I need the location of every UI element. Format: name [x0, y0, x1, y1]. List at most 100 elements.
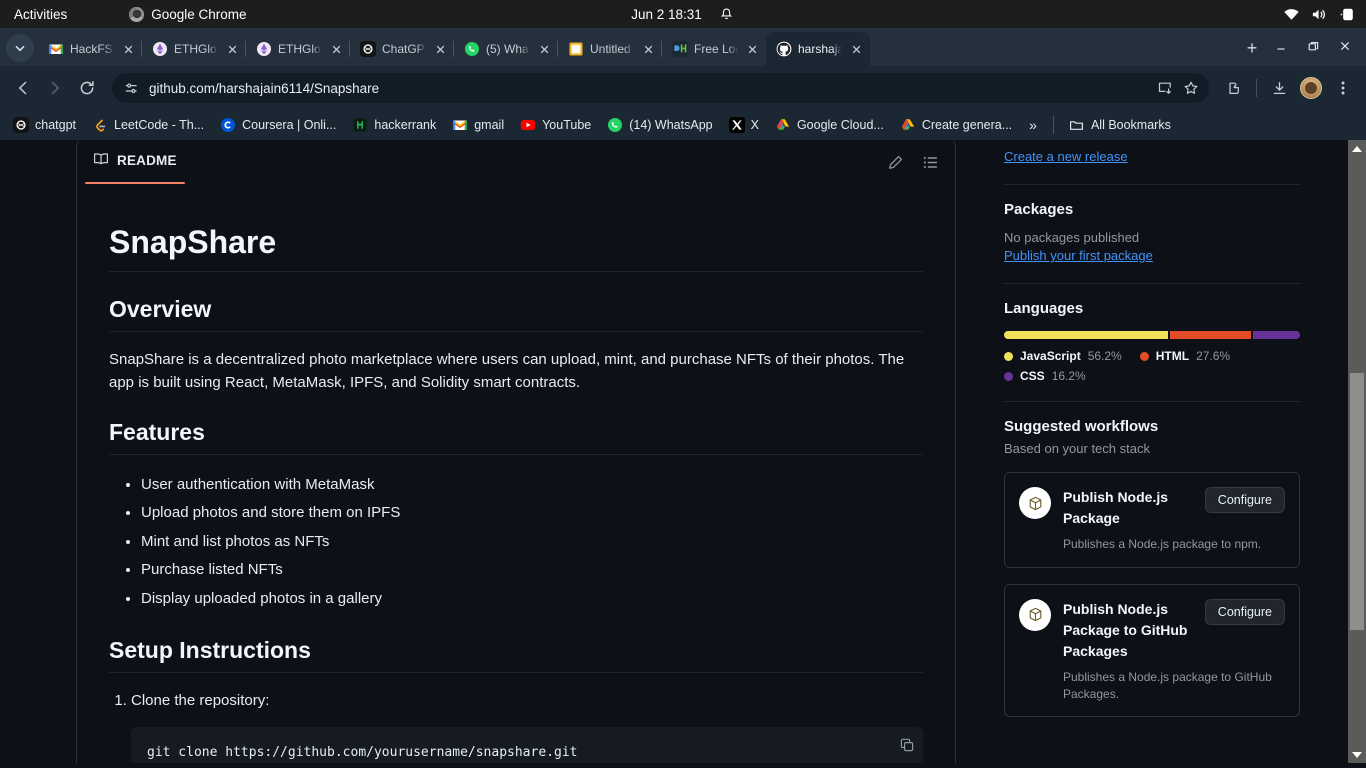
create-release-link[interactable]: Create a new release: [1004, 149, 1128, 164]
bookmark-item[interactable]: Create genera...: [893, 114, 1019, 136]
active-app-indicator[interactable]: Google Chrome: [129, 6, 247, 22]
close-button[interactable]: [1330, 33, 1360, 59]
configure-button[interactable]: Configure: [1204, 598, 1285, 625]
bookmark-label: Create genera...: [921, 118, 1013, 132]
tab-close-icon[interactable]: [224, 41, 240, 57]
scroll-up-arrow-icon[interactable]: [1348, 140, 1366, 157]
scroll-down-arrow-icon[interactable]: [1348, 746, 1366, 763]
bookmark-item[interactable]: Coursera | Onli...: [213, 114, 343, 136]
browser-tab[interactable]: Untitled p: [557, 32, 662, 66]
language-color-dot: [1139, 351, 1149, 361]
maximize-button[interactable]: [1298, 33, 1328, 59]
bookmark-item[interactable]: hackerrank: [345, 114, 443, 136]
copy-icon[interactable]: [899, 737, 915, 753]
forward-button[interactable]: [40, 73, 70, 103]
setup-steps: Clone the repository: git clone https://…: [109, 689, 923, 763]
bookmarks-bar: chatgpt LeetCode - Th... Coursera | Onli..…: [0, 110, 1366, 140]
tab-close-icon[interactable]: [536, 41, 552, 57]
repo-sidebar: Create a new release Packages No package…: [1004, 140, 1300, 763]
feature-item: Display uploaded photos in a gallery: [141, 585, 923, 614]
language-bar-segment[interactable]: [1170, 331, 1251, 339]
tab-close-icon[interactable]: [432, 41, 448, 57]
chrome-menu-icon[interactable]: [1328, 73, 1358, 103]
scrollbar-thumb[interactable]: [1350, 373, 1364, 630]
tab-title: ETHGlobal: [174, 42, 218, 56]
list-outline-icon[interactable]: [922, 154, 939, 171]
address-bar[interactable]: github.com/harshajain6114/Snapshare: [112, 73, 1209, 103]
reload-button[interactable]: [72, 73, 102, 103]
google-drive-icon: [775, 117, 791, 133]
tab-close-icon[interactable]: [640, 41, 656, 57]
hackerrank-icon: [352, 117, 368, 133]
tab-close-icon[interactable]: [120, 41, 136, 57]
tab-title: HackFS 20: [70, 42, 114, 56]
gmail-icon: [48, 41, 64, 57]
toolbar-actions: [1219, 73, 1358, 103]
new-tab-button[interactable]: +: [1238, 34, 1266, 62]
system-tray[interactable]: [1283, 7, 1356, 22]
pencil-icon[interactable]: [887, 154, 904, 171]
configure-button[interactable]: Configure: [1204, 487, 1285, 513]
bookmark-item[interactable]: chatgpt: [6, 114, 83, 136]
tab-readme[interactable]: README: [85, 151, 185, 184]
bookmark-item[interactable]: gmail: [445, 114, 511, 136]
browser-tab[interactable]: Free Logo: [661, 32, 766, 66]
page-scrollbar[interactable]: [1348, 140, 1366, 763]
languages-heading: Languages: [1004, 300, 1084, 317]
feature-item: Mint and list photos as NFTs: [141, 528, 923, 557]
language-legend-item[interactable]: CSS 16.2%: [1004, 369, 1086, 383]
activities-button[interactable]: Activities: [0, 7, 67, 22]
workflow-description: Publishes a Node.js package to npm.: [1063, 537, 1262, 551]
browser-tab[interactable]: HackFS 20: [38, 32, 142, 66]
code-block-clone[interactable]: git clone https://github.com/yourusernam…: [131, 727, 923, 763]
clock[interactable]: Jun 2 18:31: [631, 7, 702, 22]
publish-package-link[interactable]: Publish your first package: [1004, 248, 1153, 263]
bookmark-label: Google Cloud...: [796, 118, 884, 132]
tab-search-button[interactable]: [6, 34, 34, 62]
bookmark-item[interactable]: LeetCode - Th...: [85, 114, 211, 136]
github-repo-page: README SnapShare Overview SnapShare is a…: [0, 140, 1366, 763]
tab-close-icon[interactable]: [328, 41, 344, 57]
bookmarks-overflow-button[interactable]: »: [1021, 114, 1045, 136]
browser-tab[interactable]: ChatGPT: [349, 32, 454, 66]
bookmark-item[interactable]: Google Cloud...: [768, 114, 891, 136]
extensions-icon[interactable]: [1219, 73, 1249, 103]
back-button[interactable]: [8, 73, 38, 103]
workflow-description: Publishes a Node.js package to GitHub Pa…: [1063, 669, 1272, 701]
site-settings-icon[interactable]: [124, 81, 139, 96]
sidebar-divider-3: [1004, 401, 1300, 402]
language-legend-item[interactable]: JavaScript 56.2%: [1004, 349, 1122, 363]
bookmark-label: (14) WhatsApp: [629, 118, 713, 132]
browser-tab[interactable]: ETHGlobal: [141, 32, 246, 66]
language-bar-segment[interactable]: [1004, 331, 1169, 339]
browser-tab[interactable]: ETHGlobal: [245, 32, 350, 66]
tab-close-icon[interactable]: [744, 41, 760, 57]
avatar: [1300, 77, 1322, 99]
language-legend-item[interactable]: HTML 27.6%: [1139, 349, 1230, 363]
language-color-dot: [1004, 371, 1013, 381]
minimize-button[interactable]: [1266, 33, 1296, 59]
url-text[interactable]: github.com/harshajain6114/Snapshare: [149, 81, 1147, 96]
active-app-label: Google Chrome: [151, 6, 247, 22]
bookmark-item[interactable]: X: [722, 114, 766, 136]
designhill-icon: [672, 41, 688, 57]
all-bookmarks-button[interactable]: All Bookmarks: [1062, 114, 1178, 136]
ethglobal-icon: [256, 41, 272, 57]
tab-close-icon[interactable]: [848, 41, 864, 57]
window-controls: [1266, 33, 1360, 59]
tab-list: HackFS 20 ETHGlobal ETHGlobal ChatGPT (5) Wh…: [38, 28, 1234, 66]
volume-icon: [1311, 7, 1328, 22]
language-bar-segment[interactable]: [1252, 331, 1300, 339]
bell-icon[interactable]: [718, 7, 735, 22]
downloads-icon[interactable]: [1264, 73, 1294, 103]
browser-tab[interactable]: harshajain: [766, 32, 870, 66]
browser-tab-strip: HackFS 20 ETHGlobal ETHGlobal ChatGPT (5) Wh…: [0, 28, 1366, 66]
install-app-icon[interactable]: [1157, 80, 1173, 96]
profile-avatar[interactable]: [1296, 73, 1326, 103]
languages-bar: [1004, 331, 1300, 339]
gmail-icon: [452, 117, 468, 133]
bookmark-star-icon[interactable]: [1183, 80, 1199, 96]
bookmark-item[interactable]: (14) WhatsApp: [600, 114, 719, 136]
browser-tab[interactable]: (5) WhatsA: [453, 32, 558, 66]
bookmark-item[interactable]: YouTube: [513, 114, 598, 136]
